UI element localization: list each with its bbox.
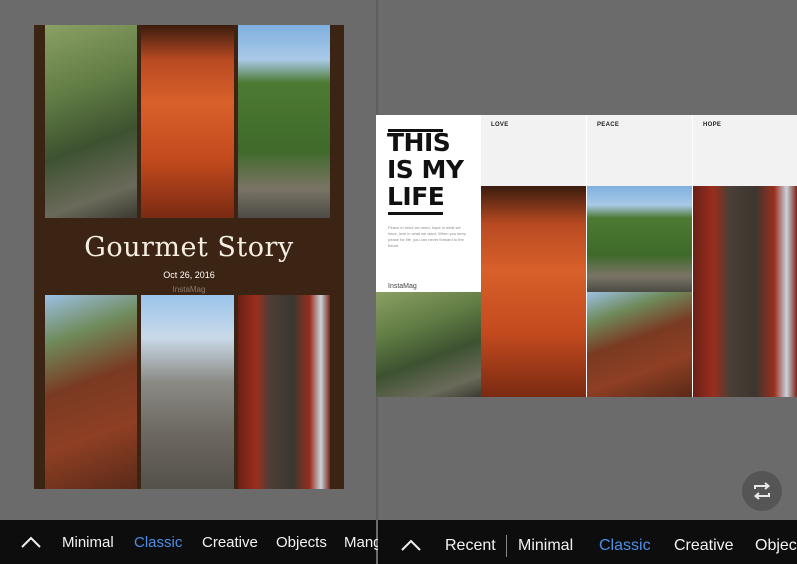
swap-layout-button[interactable]	[742, 471, 782, 511]
headline-line: IS MY	[387, 155, 464, 184]
tab-objects[interactable]: Objects	[276, 534, 327, 551]
tab-separator	[506, 535, 507, 557]
chevron-up-icon[interactable]	[20, 533, 42, 551]
collage-this-is-my-life[interactable]: LOVE PEACE HOPE THIS IS MY LIFE Peace in…	[376, 115, 797, 397]
tab-minimal[interactable]: Minimal	[518, 537, 573, 555]
collage-brand: InstaMag	[172, 285, 206, 294]
tab-classic[interactable]: Classic	[134, 534, 182, 551]
tab-classic[interactable]: Classic	[599, 537, 651, 555]
tab-manga[interactable]: Mang	[344, 534, 382, 551]
label-peace: PEACE	[597, 122, 620, 128]
photo-house	[587, 292, 692, 397]
photo-stairs	[141, 25, 234, 218]
tab-objects[interactable]: Objec	[755, 537, 797, 555]
photo-garden	[45, 25, 137, 218]
label-box-love: LOVE	[481, 115, 586, 186]
tab-creative[interactable]: Creative	[202, 534, 258, 551]
swap-icon	[753, 482, 771, 500]
tab-recent[interactable]: Recent	[445, 537, 496, 555]
headline-line: THIS	[387, 128, 451, 157]
label-box-hope: HOPE	[693, 115, 797, 186]
label-hope: HOPE	[703, 122, 722, 128]
photo-stairs	[481, 186, 586, 397]
label-box-peace: PEACE	[587, 115, 692, 186]
photo-door	[693, 186, 797, 397]
collage-date: Oct 26, 2016	[163, 270, 215, 280]
headline: THIS IS MY LIFE	[387, 129, 477, 210]
tab-minimal[interactable]: Minimal	[62, 534, 114, 551]
photo-house	[45, 295, 137, 489]
label-love: LOVE	[491, 122, 509, 128]
chevron-up-icon[interactable]	[400, 536, 422, 554]
category-bar-left: Minimal Classic Creative Objects Mang	[0, 520, 382, 564]
photo-door	[238, 295, 330, 489]
photo-garden	[376, 292, 481, 397]
brand-label: InstaMag	[376, 281, 481, 292]
photo-alley	[141, 295, 234, 489]
screen: Gourmet Story Oct 26, 2016 InstaMag LOVE…	[0, 0, 797, 564]
headline-rule-bottom	[388, 212, 443, 215]
headline-rule-top	[388, 129, 443, 132]
tab-creative[interactable]: Creative	[674, 537, 734, 555]
photo-willow	[587, 186, 692, 292]
photo-willow	[238, 25, 330, 218]
headline-line: LIFE	[387, 182, 445, 211]
category-bar-right: Recent Minimal Classic Creative Objec	[378, 520, 797, 564]
description: Peace in mind we need, hope in what we h…	[388, 225, 466, 248]
collage-title: Gourmet Story	[84, 232, 294, 263]
title-band: Gourmet Story Oct 26, 2016 InstaMag	[34, 218, 344, 295]
